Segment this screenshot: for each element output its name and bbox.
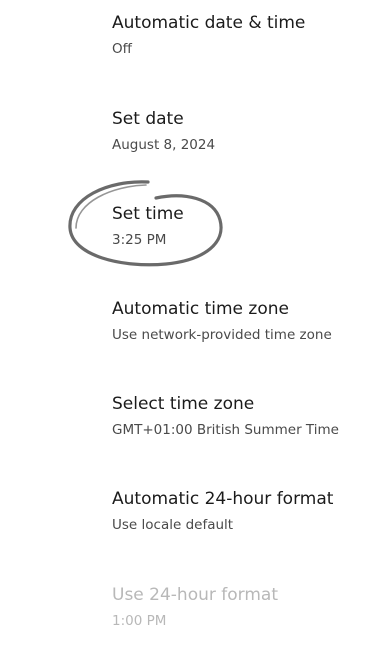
- setting-summary: August 8, 2024: [112, 137, 216, 153]
- setting-summary: GMT+01:00 British Summer Time: [112, 422, 339, 438]
- setting-title: Automatic time zone: [112, 299, 289, 319]
- setting-summary: Use locale default: [112, 517, 234, 533]
- setting-title: Set date: [112, 109, 184, 129]
- setting-set-time[interactable]: Set time 3:25 PM: [0, 203, 379, 283]
- setting-automatic-date-time[interactable]: Automatic date & time Off: [0, 12, 379, 92]
- setting-title: Automatic date & time: [112, 13, 306, 33]
- setting-select-time-zone[interactable]: Select time zone GMT+01:00 British Summe…: [0, 393, 379, 473]
- setting-summary: Off: [112, 41, 132, 57]
- setting-automatic-time-zone[interactable]: Automatic time zone Use network-provided…: [0, 298, 379, 378]
- setting-summary: Use network-provided time zone: [112, 327, 332, 343]
- setting-automatic-24-hour-format[interactable]: Automatic 24-hour format Use locale defa…: [0, 488, 379, 568]
- setting-title: Automatic 24-hour format: [112, 489, 334, 509]
- setting-title: Select time zone: [112, 394, 255, 414]
- setting-summary: 3:25 PM: [112, 232, 167, 248]
- setting-use-24-hour-format: Use 24-hour format 1:00 PM: [0, 584, 379, 664]
- setting-title: Set time: [112, 204, 184, 224]
- setting-summary: 1:00 PM: [112, 613, 167, 629]
- setting-set-date[interactable]: Set date August 8, 2024: [0, 108, 379, 188]
- date-time-settings-list: Automatic date & time Off Set date Augus…: [0, 0, 379, 635]
- setting-title: Use 24-hour format: [112, 585, 278, 605]
